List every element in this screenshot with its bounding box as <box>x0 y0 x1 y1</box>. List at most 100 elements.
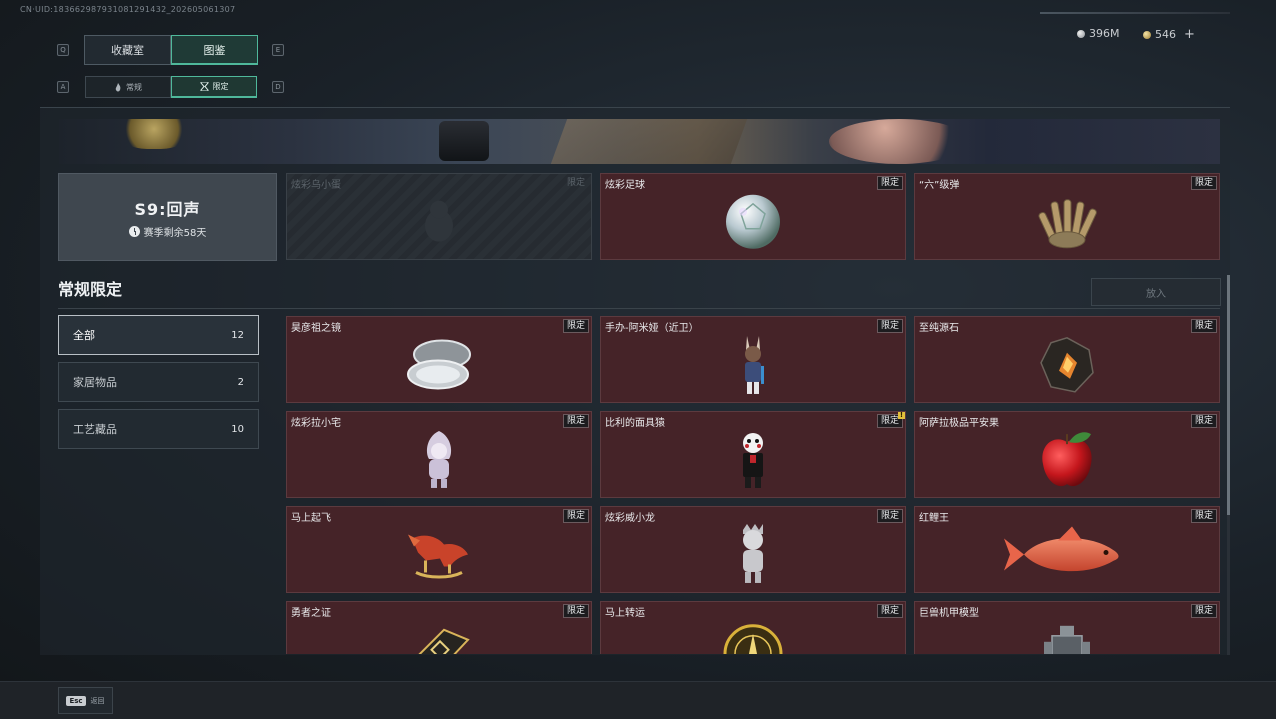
item-card[interactable]: 勇者之证 限定 <box>286 601 592 654</box>
filter-all[interactable]: 全部 12 <box>58 315 259 355</box>
next-subtab-key-hint: D <box>272 81 284 93</box>
item-name: 炫彩乌小蛋 <box>291 180 341 191</box>
item-card[interactable]: 马上转运 限定 <box>600 601 906 654</box>
item-name: 马上起飞 <box>291 513 331 524</box>
hero-badge-icon <box>417 628 470 654</box>
limited-tag: 限定 <box>562 509 589 523</box>
item-name: 阿萨拉极品平安果 <box>919 418 999 429</box>
filter-label: 全部 <box>73 329 95 342</box>
limited-tag: 限定 <box>1190 319 1217 333</box>
new-alert-badge: ! <box>898 411 905 419</box>
red-carp-icon <box>1004 525 1119 571</box>
season-remaining-text: 赛季剩余58天 <box>143 227 207 239</box>
filter-label: 家居物品 <box>73 376 117 389</box>
item-name: “六”级弹 <box>919 180 960 191</box>
golden-compass-icon <box>723 623 783 654</box>
section-divider <box>58 308 1220 309</box>
silver-amount: 396M <box>1089 27 1120 40</box>
hooded-figure-icon <box>426 430 452 488</box>
tab-catalog[interactable]: 图鉴 <box>171 35 258 65</box>
dragon-figure-icon <box>743 523 763 583</box>
item-name: 手办-阿米娅（近卫） <box>605 323 699 334</box>
limited-tag: 限定 <box>1190 604 1217 618</box>
item-card[interactable]: 昊彦祖之镜 限定 <box>286 316 592 403</box>
subtab-regular[interactable]: 常规 <box>85 76 171 98</box>
item-card[interactable]: 手办-阿米娅（近卫） 限定 <box>600 316 906 403</box>
filter-count: 2 <box>237 376 244 388</box>
silver-currency: 396M <box>1077 27 1120 40</box>
prev-subtab-key-hint: A <box>57 81 69 93</box>
item-card[interactable]: 炫彩威小龙 限定 <box>600 506 906 593</box>
item-card[interactable]: 红鲤王 限定 <box>914 506 1220 593</box>
silver-coin-icon <box>1077 29 1085 38</box>
gold-amount: 546 <box>1155 28 1176 41</box>
item-name: 昊彦祖之镜 <box>291 323 341 334</box>
item-card[interactable]: 炫彩拉小宅 限定 <box>286 411 592 498</box>
flame-icon <box>115 82 121 91</box>
subtab-regular-label: 常规 <box>126 82 142 92</box>
put-in-button[interactable]: 放入 <box>1091 278 1221 306</box>
item-card[interactable]: 阿萨拉极品平安果 限定 <box>914 411 1220 498</box>
limited-tag: 限定 <box>1190 176 1217 190</box>
season-title: S9:回声 <box>134 199 201 219</box>
grid-scrollbar-thumb[interactable] <box>1227 275 1230 515</box>
amiya-figure-icon <box>745 335 764 394</box>
featured-card[interactable]: “六”级弹 限定 <box>914 173 1220 260</box>
gold-coin-icon <box>1143 30 1151 39</box>
limited-tag: 限定 <box>876 509 903 523</box>
compact-mirror-icon <box>407 338 471 389</box>
item-name: 红鲤王 <box>919 513 949 524</box>
limited-tag: 限定 <box>1190 509 1217 523</box>
item-name: 马上转运 <box>605 608 645 619</box>
next-tab-key-hint: E <box>272 44 284 56</box>
item-card[interactable]: 巨兽机甲模型 限定 <box>914 601 1220 654</box>
limited-tag: 限定 <box>562 604 589 618</box>
filter-craft-collectibles[interactable]: 工艺藏品 10 <box>58 409 259 449</box>
item-card[interactable]: 马上起飞 限定 <box>286 506 592 593</box>
limited-tag: 限定 <box>876 176 903 190</box>
subtab-limited-label: 限定 <box>212 82 229 91</box>
player-uid: CN·UID:18366298793108129143​2_2026050613… <box>20 5 236 14</box>
soccer-ball-icon <box>726 194 780 249</box>
limited-tag: 限定 <box>562 319 589 333</box>
filter-home-items[interactable]: 家居物品 2 <box>58 362 259 402</box>
item-name: 炫彩威小龙 <box>605 513 655 524</box>
bullet-hand-icon <box>1038 198 1097 248</box>
tab-collection-room[interactable]: 收藏室 <box>84 35 171 65</box>
limited-tag: 限定 <box>1190 414 1217 428</box>
season-remaining: 赛季剩余58天 <box>128 224 207 239</box>
clock-icon <box>128 225 140 237</box>
add-currency-button[interactable]: + <box>1184 27 1195 42</box>
item-name: 炫彩拉小宅 <box>291 418 341 429</box>
section-title: 常规限定 <box>58 280 123 299</box>
hourglass-icon <box>200 82 208 91</box>
bird-figure-icon <box>425 200 453 242</box>
limited-tag: 限定 <box>876 319 903 333</box>
season-banner-image <box>59 119 1220 164</box>
prev-tab-key-hint: Q <box>57 44 69 56</box>
apple-icon <box>1042 431 1092 486</box>
subtab-limited[interactable]: 限定 <box>171 76 257 98</box>
mask-puppet-icon <box>743 432 763 488</box>
item-name: 比利的面具猿 <box>605 418 665 429</box>
back-label: 返回 <box>90 696 105 705</box>
back-button[interactable]: Esc 返回 <box>58 687 113 714</box>
footer-bar <box>0 681 1276 719</box>
item-name: 炫彩足球 <box>605 180 645 191</box>
featured-card-locked[interactable]: 炫彩乌小蛋 限定 <box>286 173 592 260</box>
filter-count: 10 <box>231 423 244 435</box>
mecha-model-icon <box>1044 625 1090 654</box>
filter-count: 12 <box>231 329 244 341</box>
top-progress-line <box>1040 12 1230 14</box>
originium-crystal-icon <box>1040 336 1094 393</box>
season-info: S9:回声 赛季剩余58天 <box>58 173 277 261</box>
limited-tag: 限定 <box>562 414 589 428</box>
item-card[interactable]: 比利的面具猿 限定 ! <box>600 411 906 498</box>
esc-key-hint: Esc <box>66 695 86 706</box>
item-name: 巨兽机甲模型 <box>919 608 979 619</box>
gold-currency[interactable]: 546 + <box>1143 27 1195 42</box>
featured-card[interactable]: 炫彩足球 限定 <box>600 173 906 260</box>
limited-tag: 限定 <box>566 178 585 188</box>
item-card[interactable]: 至纯源石 限定 <box>914 316 1220 403</box>
filter-label: 工艺藏品 <box>73 423 117 436</box>
